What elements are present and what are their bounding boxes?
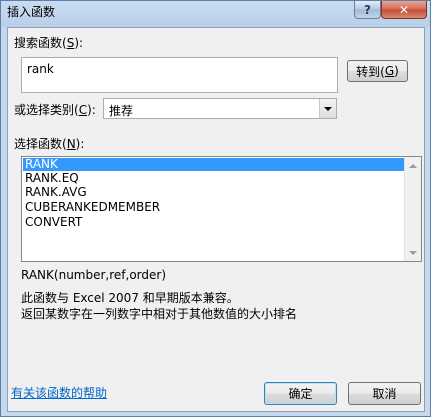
close-button[interactable]: ✕ <box>381 1 427 19</box>
window-title: 插入函数 <box>7 5 56 19</box>
function-compat-note: 此函数与 Excel 2007 和早期版本兼容。 <box>21 291 239 305</box>
search-label: 搜索函数(S): <box>14 36 84 50</box>
dialog-body: 搜索函数(S): rank 转到(G) 或选择类别(C): 推荐 选择函数(N)… <box>7 27 425 412</box>
function-list-label: 选择函数(N): <box>14 137 85 151</box>
category-select[interactable]: 推荐 <box>103 98 337 119</box>
scroll-down-button[interactable] <box>405 244 421 261</box>
title-bar[interactable]: 插入函数 ? ✕ <box>1 1 430 21</box>
function-list[interactable]: RANK RANK.EQ RANK.AVG CUBERANKEDMEMBER C… <box>21 156 422 262</box>
category-dropdown-button[interactable] <box>319 99 336 118</box>
list-item[interactable]: RANK.AVG <box>23 186 404 199</box>
list-item[interactable]: RANK <box>23 158 404 171</box>
question-icon: ? <box>364 2 371 17</box>
search-input[interactable]: rank <box>21 57 338 93</box>
list-item[interactable]: CONVERT <box>23 216 404 229</box>
list-item[interactable]: RANK.EQ <box>23 172 404 185</box>
function-signature: RANK(number,ref,order) <box>21 268 167 282</box>
list-item[interactable]: CUBERANKEDMEMBER <box>23 201 404 214</box>
function-list-scrollbar[interactable] <box>404 157 421 261</box>
chevron-up-icon <box>409 163 417 168</box>
category-value: 推荐 <box>109 104 134 118</box>
help-button[interactable]: ? <box>354 1 381 19</box>
cancel-button[interactable]: 取消 <box>348 382 421 405</box>
category-label: 或选择类别(C): <box>14 103 96 117</box>
function-help-link[interactable]: 有关该函数的帮助 <box>11 384 107 401</box>
insert-function-dialog: 插入函数 ? ✕ 搜索函数(S): rank 转到(G) 或选择类别(C): 推… <box>0 0 431 417</box>
ok-button[interactable]: 确定 <box>264 382 337 405</box>
function-description: 返回某数字在一列数字中相对于其他数值的大小排名 <box>21 307 298 321</box>
chevron-down-icon <box>324 106 332 111</box>
go-button[interactable]: 转到(G) <box>347 60 408 82</box>
close-icon: ✕ <box>398 2 410 17</box>
scroll-up-button[interactable] <box>405 157 421 174</box>
chevron-down-icon <box>409 250 417 255</box>
